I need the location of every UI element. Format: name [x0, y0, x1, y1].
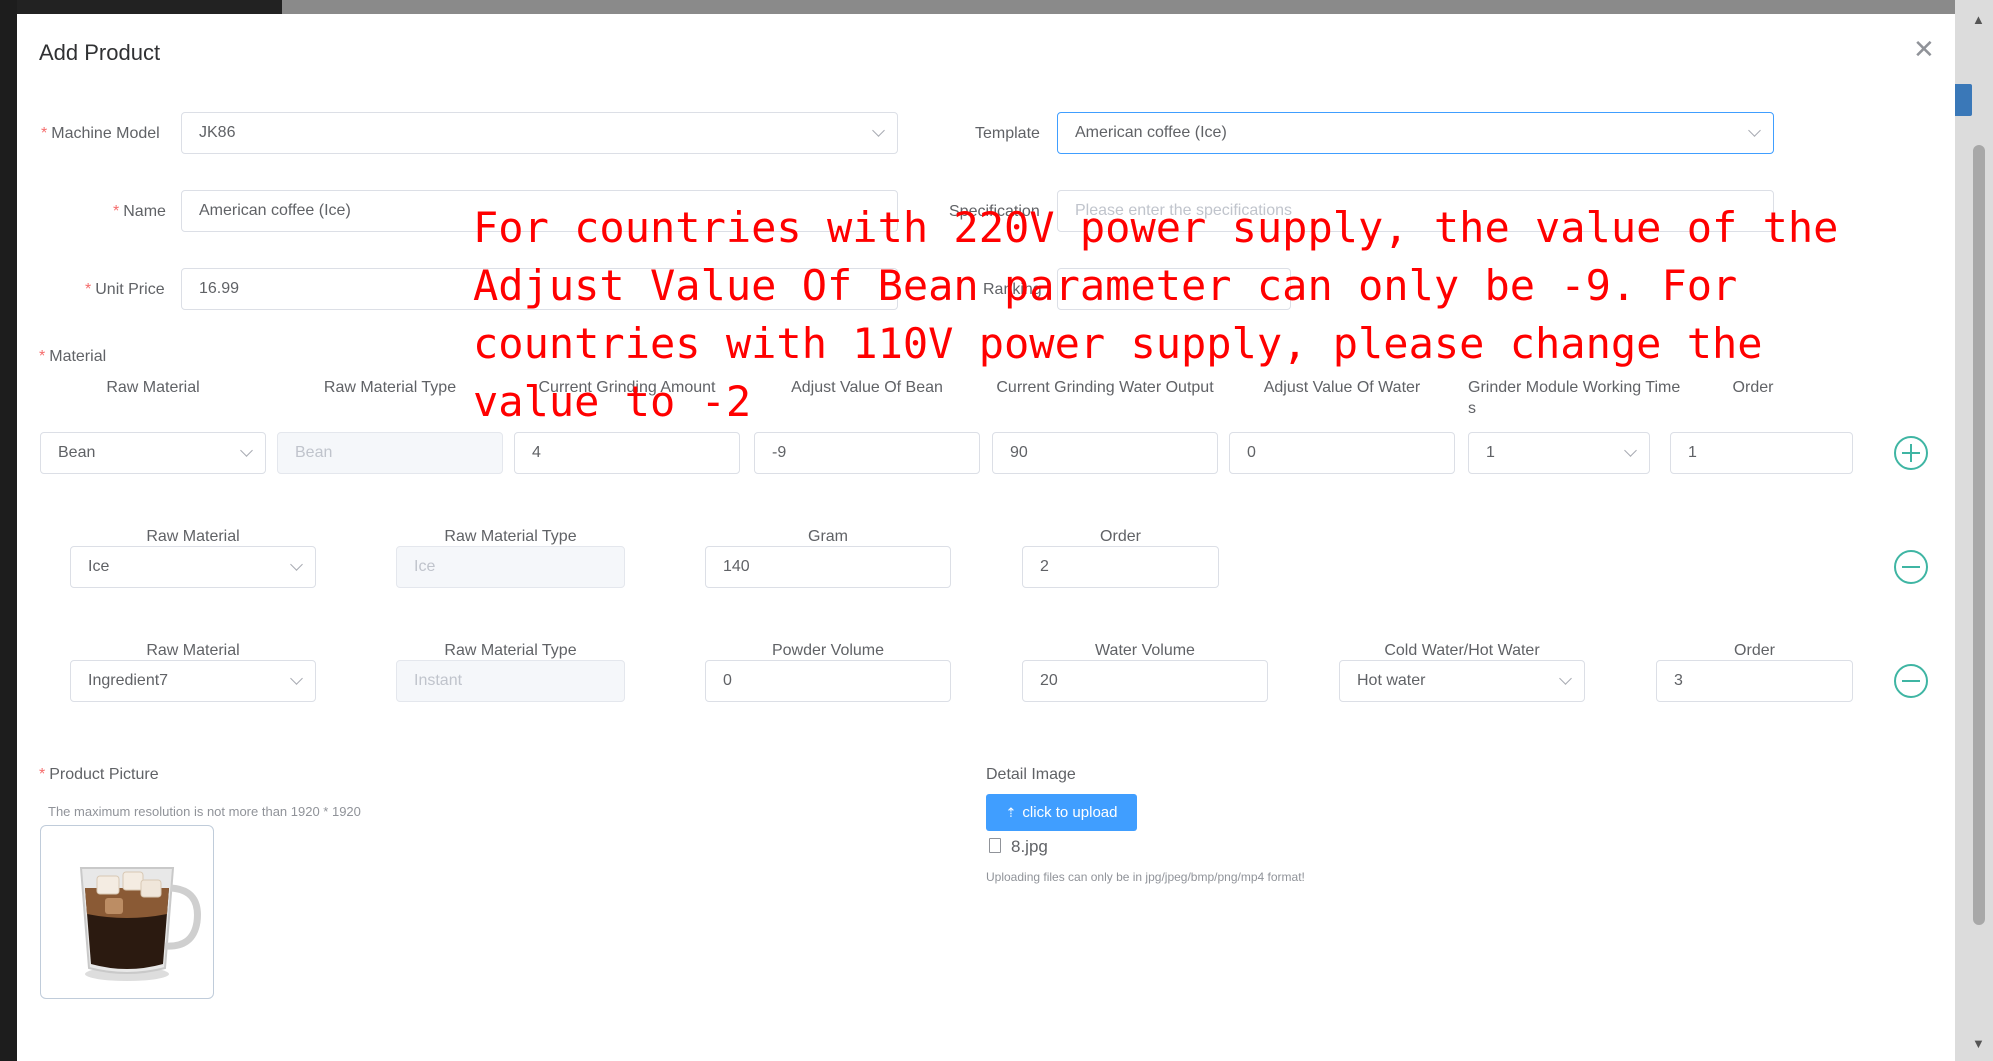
- bean-header-order: Order: [1732, 379, 1774, 396]
- chevron-down-icon: [290, 672, 303, 685]
- uploaded-file-item[interactable]: 8.jpg: [989, 837, 1048, 857]
- upload-format-hint: Uploading files can only be in jpg/jpeg/…: [986, 870, 1305, 884]
- bean-grinding-water-input[interactable]: 90: [992, 432, 1218, 474]
- bean-raw-material-select[interactable]: Bean: [40, 432, 266, 474]
- template-select[interactable]: American coffee (Ice): [1057, 112, 1774, 154]
- iced-coffee-image: [79, 867, 201, 981]
- bean-raw-material-type-input: Bean: [277, 432, 503, 474]
- bean-working-time-select[interactable]: 1: [1468, 432, 1650, 474]
- bean-header-grinding-amount: Current Grinding Amount: [538, 379, 716, 396]
- chevron-down-icon: [1559, 672, 1572, 685]
- ingredient-order-input[interactable]: 3: [1656, 660, 1853, 702]
- remove-material-button minus-circle-icon[interactable]: [1894, 550, 1928, 584]
- ranking-label: Ranking: [983, 281, 1042, 298]
- bean-header-working-time: Grinder Module Working Time: [1468, 379, 1681, 396]
- ice-header-raw-material-type: Raw Material Type: [444, 528, 577, 545]
- unit-price-label: * Unit Price: [85, 281, 165, 298]
- unit-price-input[interactable]: 16.99: [181, 268, 898, 310]
- add-product-dialog: Add Product ✕ * Machine Model JK86 Templa…: [17, 14, 1955, 1061]
- bean-header-adjust-water: Adjust Value Of Water: [1263, 379, 1421, 396]
- ingredient-header-water-volume: Water Volume: [1095, 642, 1195, 659]
- click-to-upload-button[interactable]: ⇡ click to upload: [986, 794, 1137, 831]
- ingredient-powder-volume-input[interactable]: 0: [705, 660, 951, 702]
- ingredient-header-order: Order: [1734, 642, 1775, 659]
- chevron-down-icon: [1748, 124, 1761, 137]
- window-scrollbar-thumb[interactable]: [1973, 145, 1985, 925]
- ice-header-raw-material: Raw Material: [146, 528, 240, 545]
- template-label: Template: [975, 125, 1040, 142]
- ranking-input[interactable]: [1057, 268, 1291, 310]
- bean-order-input[interactable]: 1: [1670, 432, 1853, 474]
- material-label: * Material: [39, 348, 107, 365]
- remove-material-button minus-circle-icon[interactable]: [1894, 664, 1928, 698]
- name-input[interactable]: American coffee (Ice): [181, 190, 898, 232]
- ingredient-water-temp-select[interactable]: Hot water: [1339, 660, 1585, 702]
- bean-header-raw-material: Raw Material: [106, 379, 200, 396]
- add-material-button plus-circle-icon[interactable]: [1894, 436, 1928, 470]
- dialog-title: Add Product: [39, 40, 161, 65]
- chevron-down-icon: [872, 124, 885, 137]
- ingredient-header-powder-volume: Powder Volume: [771, 642, 885, 659]
- bean-adjust-water-input[interactable]: 0: [1229, 432, 1455, 474]
- machine-model-select[interactable]: JK86: [181, 112, 898, 154]
- detail-image-label: Detail Image: [986, 766, 1076, 783]
- chevron-down-icon: [240, 444, 253, 457]
- name-label: * Name: [113, 203, 166, 220]
- ice-raw-material-select[interactable]: Ice: [70, 546, 316, 588]
- document-icon: [989, 838, 1001, 853]
- ingredient-raw-material-type-input: Instant: [396, 660, 625, 702]
- close-icon[interactable]: ✕: [1913, 36, 1935, 62]
- ingredient-header-water-temp: Cold Water/Hot Water: [1384, 642, 1540, 659]
- chevron-down-icon: [290, 558, 303, 571]
- app-top-bar: [0, 0, 1993, 14]
- specification-label: Specification: [949, 203, 1040, 220]
- chevron-down-icon: [1624, 444, 1637, 457]
- app-header-block: [0, 0, 282, 14]
- ice-gram-input[interactable]: 140: [705, 546, 951, 588]
- machine-model-label: * Machine Model: [41, 125, 160, 142]
- bean-header-grinding-water: Current Grinding Water Output: [996, 379, 1214, 396]
- bean-grinding-amount-input[interactable]: 4: [514, 432, 740, 474]
- ingredient-water-volume-input[interactable]: 20: [1022, 660, 1268, 702]
- product-picture-label: * Product Picture: [39, 766, 159, 783]
- ice-raw-material-type-input: Ice: [396, 546, 625, 588]
- ice-header-order: Order: [1100, 528, 1141, 545]
- bean-header-raw-material-type: Raw Material Type: [323, 379, 457, 396]
- picture-resolution-hint: The maximum resolution is not more than …: [48, 804, 361, 819]
- ingredient-header-raw-material: Raw Material: [146, 642, 240, 659]
- app-left-edge: [0, 0, 17, 1061]
- scroll-down-arrow-icon[interactable]: ▼: [1972, 1036, 1985, 1051]
- specification-input[interactable]: Please enter the specifications: [1057, 190, 1774, 232]
- bean-header-adjust-bean: Adjust Value Of Bean: [791, 379, 943, 396]
- ice-order-input[interactable]: 2: [1022, 546, 1219, 588]
- ingredient-header-raw-material-type: Raw Material Type: [444, 642, 577, 659]
- product-picture-upload[interactable]: [40, 825, 214, 999]
- ice-header-gram: Gram: [808, 528, 848, 545]
- bean-header-working-time-unit: s: [1468, 400, 1476, 417]
- ingredient-raw-material-select[interactable]: Ingredient7: [70, 660, 316, 702]
- app-background-button: [1952, 84, 1972, 116]
- scroll-up-arrow-icon[interactable]: ▲: [1972, 12, 1985, 27]
- upload-icon: ⇡: [1005, 805, 1017, 820]
- bean-adjust-value-input[interactable]: -9: [754, 432, 980, 474]
